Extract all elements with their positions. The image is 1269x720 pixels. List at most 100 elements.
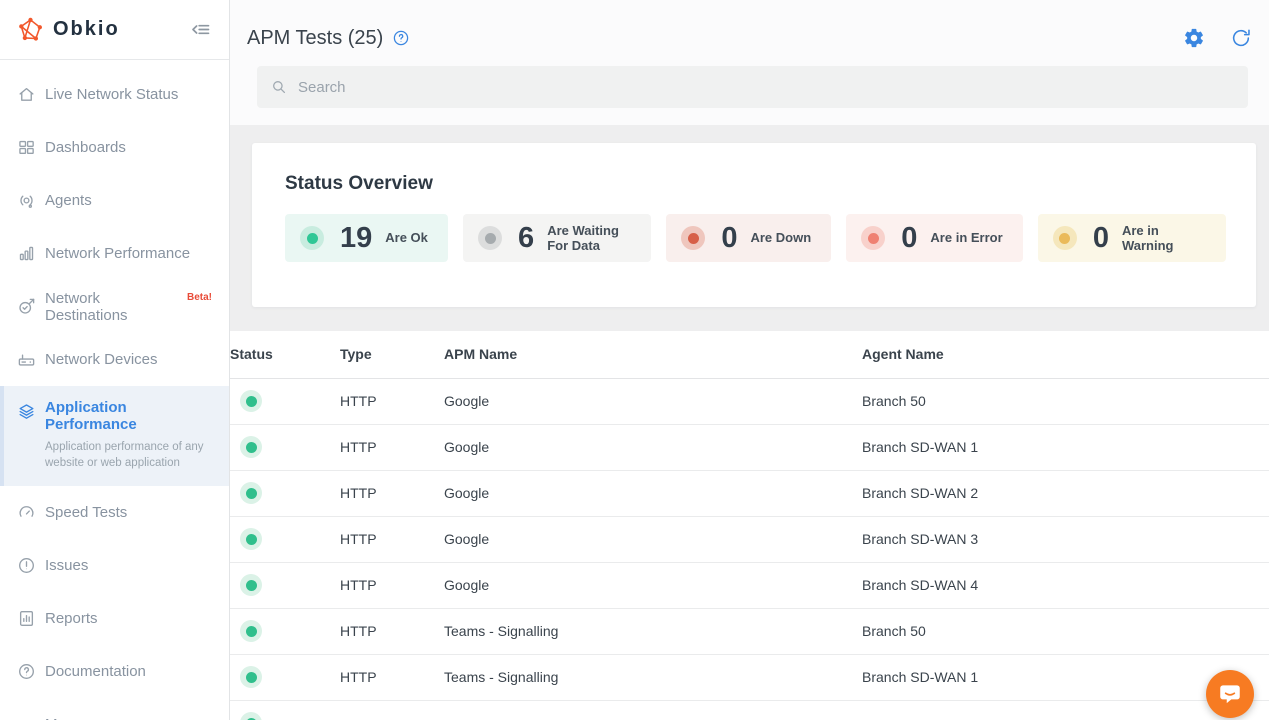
logo: Obkio — [17, 16, 120, 43]
sidebar-nav: Live Network Status Dashboards — [0, 60, 229, 720]
sidebar-item-label: Dashboards — [45, 139, 126, 156]
column-header: Agent Name — [862, 331, 1269, 378]
cell-apm-name: Google — [444, 378, 862, 424]
sidebar-item-label: Issues — [45, 557, 88, 574]
home-icon — [17, 85, 36, 104]
sidebar-item[interactable]: Application Performance Application perf… — [0, 386, 229, 486]
status-chip[interactable]: 0 Are in Error — [846, 214, 1022, 262]
status-chip[interactable]: 0 Are Down — [666, 214, 831, 262]
table-row[interactable] — [230, 700, 1269, 720]
sidebar-item-label: Documentation — [45, 663, 146, 680]
status-label: Are Waiting For Data — [547, 223, 631, 254]
sidebar-item-label: Reports — [45, 610, 98, 627]
status-ok-icon — [240, 712, 262, 720]
table-row[interactable]: HTTP Google Branch SD-WAN 1 — [230, 424, 1269, 470]
column-header: APM Name — [444, 331, 862, 378]
status-chip[interactable]: 6 Are Waiting For Data — [463, 214, 651, 262]
cell-apm-name: Google — [444, 424, 862, 470]
bar-chart-icon — [17, 244, 36, 263]
layers-icon — [17, 402, 36, 421]
status-chip[interactable]: 0 Are in Warning — [1038, 214, 1226, 262]
sidebar-item-label: More — [45, 716, 79, 720]
sidebar: Obkio Live Network Status — [0, 0, 230, 720]
device-icon — [17, 350, 36, 369]
sidebar-item[interactable]: Documentation — [0, 645, 229, 698]
obkio-logo-icon — [17, 16, 44, 43]
status-ok-icon — [240, 574, 262, 596]
sidebar-item-label: Network Devices — [45, 351, 158, 368]
page-title: APM Tests (25) — [247, 27, 383, 50]
sidebar-item-label: Application Performance — [45, 399, 216, 433]
status-ok-icon — [240, 390, 262, 412]
status-dot-icon — [861, 226, 885, 250]
cell-type: HTTP — [340, 424, 444, 470]
sidebar-item-label: Live Network Status — [45, 86, 178, 103]
search-input[interactable] — [298, 79, 1235, 96]
status-ok-icon — [240, 620, 262, 642]
logo-text: Obkio — [53, 18, 120, 41]
status-count: 0 — [901, 222, 917, 255]
speedometer-icon — [17, 503, 36, 522]
beta-badge: Beta! — [187, 292, 212, 303]
status-label: Are in Warning — [1122, 223, 1206, 254]
settings-gear-icon[interactable] — [1183, 27, 1205, 49]
cell-type: HTTP — [340, 516, 444, 562]
table-row[interactable]: HTTP Google Branch SD-WAN 4 — [230, 562, 1269, 608]
chat-bubble-icon — [1217, 681, 1243, 707]
sidebar-item[interactable]: Network Performance — [0, 227, 229, 280]
sidebar-item[interactable]: Dashboards — [0, 121, 229, 174]
table-row[interactable]: HTTP Google Branch 50 — [230, 378, 1269, 424]
status-overview-card: Status Overview 19 Are Ok 6 Are Waiting … — [252, 143, 1256, 307]
table-row[interactable]: HTTP Teams - Signalling Branch 50 — [230, 608, 1269, 654]
collapse-sidebar-icon[interactable] — [188, 18, 212, 42]
cell-agent-name: Branch SD-WAN 4 — [862, 562, 1269, 608]
status-count: 0 — [721, 222, 737, 255]
status-ok-icon — [240, 482, 262, 504]
sidebar-item[interactable]: Network Destinations Beta! — [0, 280, 229, 333]
status-dot-icon — [681, 226, 705, 250]
status-chip[interactable]: 19 Are Ok — [285, 214, 448, 262]
sidebar-item[interactable]: Issues — [0, 539, 229, 592]
table-row[interactable]: HTTP Teams - Signalling Branch SD-WAN 1 — [230, 654, 1269, 700]
cell-apm-name: Google — [444, 516, 862, 562]
status-chips: 19 Are Ok 6 Are Waiting For Data 0 Are D… — [285, 214, 1226, 262]
table-row[interactable]: HTTP Google Branch SD-WAN 3 — [230, 516, 1269, 562]
sidebar-item[interactable]: Live Network Status — [0, 68, 229, 121]
status-dot-icon — [478, 226, 502, 250]
sidebar-item[interactable]: More — [0, 698, 229, 720]
cell-type: HTTP — [340, 654, 444, 700]
status-overview-title: Status Overview — [285, 143, 1226, 193]
status-dot-icon — [300, 226, 324, 250]
sidebar-item-subtitle: Application performance of any website o… — [45, 440, 216, 471]
table-row[interactable]: HTTP Google Branch SD-WAN 2 — [230, 470, 1269, 516]
refresh-icon[interactable] — [1230, 27, 1252, 49]
cell-type — [340, 700, 444, 720]
status-count: 6 — [518, 222, 534, 255]
sidebar-item-label: Network Destinations — [45, 290, 181, 324]
ellipsis-icon — [17, 715, 36, 720]
alert-circle-icon — [17, 556, 36, 575]
cell-apm-name: Teams - Signalling — [444, 654, 862, 700]
status-ok-icon — [240, 528, 262, 550]
status-dot-icon — [1053, 226, 1077, 250]
cell-agent-name: Branch SD-WAN 3 — [862, 516, 1269, 562]
cell-apm-name — [444, 700, 862, 720]
status-label: Are Ok — [385, 230, 428, 245]
sidebar-item[interactable]: Agents — [0, 174, 229, 227]
status-band: Status Overview 19 Are Ok 6 Are Waiting … — [230, 125, 1269, 331]
cell-apm-name: Google — [444, 470, 862, 516]
cell-apm-name: Teams - Signalling — [444, 608, 862, 654]
status-count: 19 — [340, 222, 372, 255]
cell-type: HTTP — [340, 608, 444, 654]
chat-launcher-button[interactable] — [1206, 670, 1254, 718]
status-ok-icon — [240, 436, 262, 458]
sidebar-item[interactable]: Reports — [0, 592, 229, 645]
cell-agent-name: Branch SD-WAN 1 — [862, 424, 1269, 470]
sidebar-item[interactable]: Speed Tests — [0, 486, 229, 539]
sidebar-item-label: Network Performance — [45, 245, 190, 262]
cell-agent-name: Branch 50 — [862, 378, 1269, 424]
sidebar-header: Obkio — [0, 0, 229, 60]
sidebar-item[interactable]: Network Devices — [0, 333, 229, 386]
help-icon[interactable] — [392, 29, 410, 47]
cell-apm-name: Google — [444, 562, 862, 608]
